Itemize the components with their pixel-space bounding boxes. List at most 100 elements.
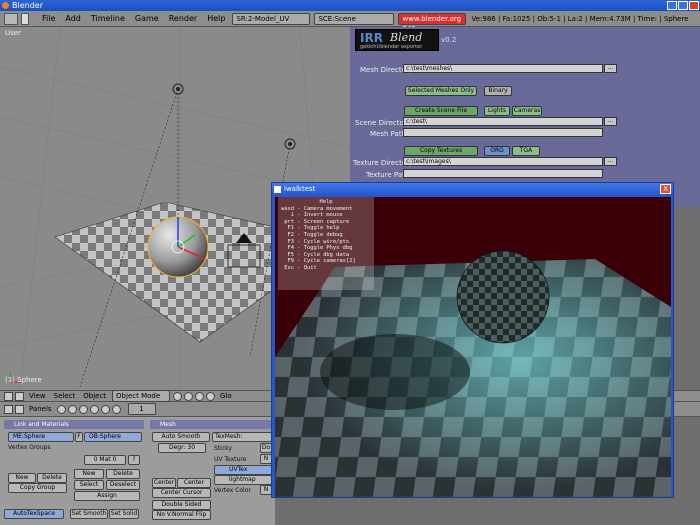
vertex-color-label: Vertex Color — [214, 487, 251, 494]
global-orientation[interactable]: Glo — [216, 392, 236, 400]
blender-app-icon — [2, 2, 9, 9]
scene-context-icon[interactable] — [111, 404, 121, 414]
render-window-close-button[interactable]: X — [660, 184, 671, 194]
irrblend-logo: IRR Blend gekkiht/blender exporter — [355, 29, 439, 51]
object-context-icon[interactable] — [89, 404, 99, 414]
panels-menu[interactable]: Panels — [25, 405, 56, 413]
mesh-panel-title[interactable]: Mesh — [150, 420, 272, 429]
blender-url-link[interactable]: www.blender.org 245 — [398, 12, 467, 33]
help-line: F9 - Cycle cameras[2] — [281, 258, 356, 265]
editing-context-icon[interactable] — [100, 404, 110, 414]
help-line: F1 - Toggle help — [281, 225, 340, 232]
lightmap-layer[interactable]: lightmap — [214, 475, 272, 485]
uvtex-layer[interactable]: UVTex — [214, 465, 272, 475]
buttons-editor-icon[interactable] — [4, 404, 13, 414]
binary-toggle[interactable]: Binary — [484, 86, 512, 96]
screen-selector[interactable]: SR:2-Model_UV — [232, 12, 311, 25]
create-scene-file-toggle[interactable]: Create Scene File — [404, 106, 478, 116]
scene-selector[interactable]: SCE:Scene — [314, 12, 395, 25]
menu-object[interactable]: Object — [79, 392, 110, 400]
material-delete-button[interactable]: Delete — [106, 469, 140, 479]
help-line: i - Invert mouse — [281, 212, 343, 219]
center-new-button[interactable]: Center New — [177, 478, 211, 494]
mesh-path-input[interactable] — [403, 128, 603, 137]
copy-textures-toggle[interactable]: Copy Textures — [404, 146, 478, 156]
mesh-datablock-field[interactable]: ME:Sphere — [8, 432, 74, 442]
cameras-toggle[interactable]: Cameras — [512, 106, 542, 116]
menu-game[interactable]: Game — [130, 14, 164, 23]
manipulator-icon[interactable] — [195, 391, 205, 401]
minimize-button[interactable] — [667, 1, 677, 10]
double-sided-toggle[interactable]: Double Sided — [152, 500, 211, 510]
menu-help[interactable]: Help — [202, 14, 230, 23]
selected-meshes-only-toggle[interactable]: Selected Meshes Only — [405, 86, 477, 96]
window-type-icon[interactable] — [4, 12, 18, 25]
set-smooth-button[interactable]: Set Smooth — [70, 509, 108, 519]
scene-stats: Ve:986 | Fa:1025 | Ob:5-1 | La:2 | Mem:4… — [471, 14, 689, 23]
menu-add[interactable]: Add — [60, 14, 86, 23]
texture-directory-input[interactable]: c:\test\images\ — [403, 157, 603, 166]
material-select-button[interactable]: Select — [74, 480, 104, 490]
menu-file[interactable]: File — [37, 14, 60, 23]
texture-path-input[interactable] — [403, 169, 603, 178]
sticky-label: Sticky — [214, 445, 232, 452]
pivot-icon[interactable] — [184, 391, 194, 401]
texture-directory-browse-button[interactable]: ... — [604, 157, 617, 166]
copy-group-button[interactable]: Copy Group — [8, 483, 67, 493]
set-solid-button[interactable]: Set Solid — [109, 509, 139, 519]
center-button[interactable]: Center — [152, 478, 176, 488]
menu-timeline[interactable]: Timeline — [86, 14, 130, 23]
degree-field[interactable]: Degr: 30 — [158, 443, 206, 453]
shading-context-icon[interactable] — [78, 404, 88, 414]
scene-directory-browse-button[interactable]: ... — [604, 117, 617, 126]
close-window-button[interactable] — [689, 1, 699, 10]
title-bar: Blender — [0, 0, 700, 11]
header-collapse-icon[interactable] — [15, 391, 24, 401]
org-format-button[interactable]: ORG — [484, 146, 510, 156]
material-help-button[interactable]: ? — [128, 455, 140, 465]
sphere-shadow — [320, 334, 470, 410]
mode-selector[interactable]: Object Mode — [112, 390, 171, 402]
menu-view[interactable]: View — [25, 392, 50, 400]
auto-smooth-toggle[interactable]: Auto Smooth — [152, 432, 210, 442]
vertex-groups-label: Vertex Groups — [8, 444, 51, 451]
layer-icon[interactable] — [206, 391, 216, 401]
maximize-button[interactable] — [678, 1, 688, 10]
render-viewport[interactable]: Help wasd - Camera movement i - Invert mo… — [275, 197, 671, 497]
view-label: User — [5, 29, 21, 37]
window-controls — [667, 1, 699, 10]
mesh-directory-browse-button[interactable]: ... — [604, 64, 617, 73]
editor-type-icon[interactable] — [4, 391, 13, 401]
auto-tex-space-toggle[interactable]: AutoTexSpace — [4, 509, 64, 519]
lights-toggle[interactable]: Lights — [484, 106, 510, 116]
link-materials-panel-title[interactable]: Link and Materials — [4, 420, 144, 429]
vertex-group-delete-button[interactable]: Delete — [37, 473, 67, 483]
no-v-normal-flip-toggle[interactable]: No V.Normal Flip — [152, 510, 211, 520]
window-title: Blender — [12, 1, 43, 10]
script-context-icon[interactable] — [67, 404, 77, 414]
draw-type-icon[interactable] — [173, 391, 183, 401]
material-deselect-button[interactable]: Deselect — [106, 480, 140, 490]
material-index-counter[interactable]: 0 Mat 0 — [84, 455, 126, 465]
tga-format-button[interactable]: TGA — [512, 146, 540, 156]
fake-user-button[interactable]: F — [75, 432, 83, 442]
center-cursor-button[interactable]: Center Cursor — [152, 488, 211, 498]
material-assign-button[interactable]: Assign — [74, 491, 140, 501]
render-window-title: iwalktest — [284, 185, 316, 193]
frame-number-field[interactable]: 1 — [127, 403, 156, 415]
vertex-group-new-button[interactable]: New — [8, 473, 36, 483]
render-window-titlebar[interactable]: iwalktest — [272, 183, 673, 196]
material-new-button[interactable]: New — [74, 469, 104, 479]
menu-collapse-toggle[interactable] — [21, 12, 29, 25]
buttons-collapse-icon[interactable] — [15, 404, 24, 414]
logic-context-icon[interactable] — [56, 404, 66, 414]
help-line: F3 - Cycle wire/pts — [281, 238, 350, 245]
texmesh-field[interactable]: TexMesh: — [212, 432, 272, 442]
scene-directory-input[interactable]: c:\test\ — [403, 117, 603, 126]
help-line: F5 - Cycle dbg data — [281, 251, 350, 258]
help-line: Esc - Quit — [281, 264, 317, 271]
menu-render[interactable]: Render — [164, 14, 202, 23]
object-datablock-field[interactable]: OB:Sphere — [84, 432, 142, 442]
menu-select[interactable]: Select — [50, 392, 80, 400]
mesh-directory-input[interactable]: c:\test\meshes\ — [403, 64, 603, 73]
